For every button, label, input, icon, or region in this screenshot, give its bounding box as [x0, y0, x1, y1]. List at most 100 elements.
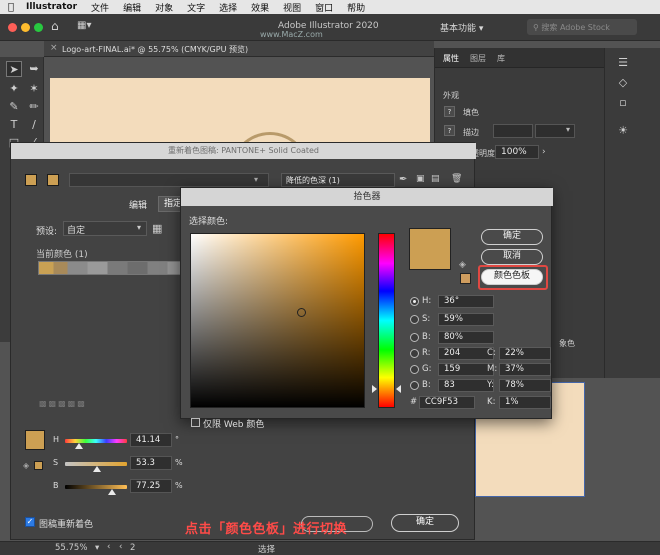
web-safe-color-swatch[interactable]: [460, 273, 471, 284]
menu-select[interactable]: 选择: [219, 1, 237, 14]
radio-red[interactable]: [410, 349, 419, 358]
stroke-dropdown[interactable]: ▾: [535, 124, 575, 138]
first-artboard-icon[interactable]: ‹: [119, 542, 122, 552]
radio-brightness[interactable]: [410, 333, 419, 342]
menu-window[interactable]: 窗口: [315, 1, 333, 14]
brightness-icon[interactable]: ☀: [615, 124, 631, 138]
tab-libraries[interactable]: 库: [497, 53, 505, 64]
tab-layers[interactable]: 图层: [470, 53, 486, 64]
recolor-ok-button[interactable]: 确定: [391, 514, 459, 532]
hue-slider-thumb[interactable]: [75, 443, 83, 449]
save-group-icon[interactable]: ▣: [416, 174, 425, 184]
selection-tool-icon[interactable]: ➤: [6, 61, 22, 77]
radio-hue[interactable]: [410, 297, 419, 306]
stroke-unknown-icon[interactable]: ?: [444, 125, 455, 136]
saturation-value-field[interactable]: 53.3: [130, 456, 172, 470]
menu-help[interactable]: 帮助: [347, 1, 365, 14]
eyedropper-icon[interactable]: ✒: [399, 174, 407, 185]
color-group-name-field[interactable]: [69, 173, 269, 187]
properties-panel-icon[interactable]: ☰: [615, 56, 631, 70]
recolor-art-checkbox[interactable]: ✓: [25, 517, 35, 527]
layers-panel-icon[interactable]: ◇: [615, 76, 631, 90]
fill-unknown-icon[interactable]: ?: [444, 106, 455, 117]
brightness-value-field[interactable]: 77.25: [130, 479, 172, 493]
picker-k-field[interactable]: 1%: [499, 396, 551, 409]
zoom-window-button[interactable]: [34, 23, 43, 32]
line-tool-icon[interactable]: ∕: [26, 117, 42, 133]
picker-r-field[interactable]: 204: [438, 347, 494, 360]
arrange-documents-icon[interactable]: ▦▾: [77, 20, 101, 34]
current-colors-row[interactable]: [38, 261, 183, 275]
radio-saturation[interactable]: [410, 315, 419, 324]
menu-view[interactable]: 视图: [283, 1, 301, 14]
curvature-tool-icon[interactable]: ✏: [26, 99, 42, 115]
delete-icon[interactable]: 🗑: [451, 174, 462, 184]
pen-tool-icon[interactable]: ✎: [6, 99, 22, 115]
menu-file[interactable]: 文件: [91, 1, 109, 14]
picker-y-field[interactable]: 78%: [499, 379, 551, 392]
web-colors-only-checkbox[interactable]: [191, 418, 200, 427]
opacity-field[interactable]: 100%: [495, 145, 539, 159]
picker-cancel-button[interactable]: 取消: [481, 249, 543, 265]
picker-blue-field[interactable]: 83: [438, 379, 494, 392]
reduce-colors-dropdown[interactable]: 降低的色深 (1): [281, 173, 395, 187]
color-mode-icon[interactable]: ◈: [23, 461, 29, 470]
home-icon[interactable]: ⌂: [51, 19, 65, 33]
saturation-slider-thumb[interactable]: [93, 466, 101, 472]
menu-type[interactable]: 文字: [187, 1, 205, 14]
picker-m-field[interactable]: 37%: [499, 363, 551, 376]
tab-edit[interactable]: 编辑: [129, 198, 147, 211]
stock-search-input[interactable]: ⚲ 搜索 Adobe Stock: [527, 19, 637, 35]
menu-object[interactable]: 对象: [155, 1, 173, 14]
color-options-icon[interactable]: ▦: [152, 222, 166, 235]
workspace-switcher[interactable]: 基本功能 ▾: [440, 21, 483, 34]
brightness-slider-thumb[interactable]: [108, 489, 116, 495]
chevron-down-icon[interactable]: ▾: [137, 223, 141, 232]
apple-icon[interactable]: : [8, 2, 14, 13]
magic-wand-tool-icon[interactable]: ✦: [6, 81, 22, 97]
original-color-swatch[interactable]: [34, 461, 43, 470]
hue-slider-left-arrow[interactable]: [372, 385, 377, 393]
close-icon[interactable]: ×: [50, 43, 58, 53]
previous-artboard-icon[interactable]: ‹: [107, 542, 110, 552]
tab-properties[interactable]: 属性: [443, 53, 459, 64]
zoom-level-field[interactable]: 55.75%: [55, 543, 87, 553]
brightness-slider[interactable]: [65, 485, 127, 489]
preset-select[interactable]: 自定: [63, 221, 147, 236]
libraries-panel-icon[interactable]: ▫: [615, 96, 631, 110]
lasso-tool-icon[interactable]: ✶: [26, 81, 42, 97]
color-group-swatch[interactable]: [25, 174, 37, 186]
hue-spectrum-slider[interactable]: [378, 233, 395, 408]
close-window-button[interactable]: [8, 23, 17, 32]
minimize-window-button[interactable]: [21, 23, 30, 32]
artboard[interactable]: [50, 78, 430, 148]
picker-h-field[interactable]: 36°: [438, 295, 494, 308]
picker-g-field[interactable]: 159: [438, 363, 494, 376]
stroke-weight-field[interactable]: [493, 124, 533, 138]
menu-app-name[interactable]: Illustrator: [26, 2, 77, 12]
picker-c-field[interactable]: 22%: [499, 347, 551, 360]
menu-edit[interactable]: 编辑: [123, 1, 141, 14]
radio-green[interactable]: [410, 365, 419, 374]
type-tool-icon[interactable]: T: [6, 117, 22, 133]
new-folder-icon[interactable]: ▤: [431, 174, 440, 184]
document-tab[interactable]: × Logo-art-FINAL.ai* @ 55.75% (CMYK/GPU …: [44, 41, 434, 57]
chevron-right-icon[interactable]: ›: [542, 147, 546, 157]
picker-b-field[interactable]: 80%: [438, 331, 494, 344]
picker-ok-button[interactable]: 确定: [481, 229, 543, 245]
color-row-tool-icons[interactable]: ▩▩▩▩▩: [39, 399, 87, 408]
radio-blue[interactable]: [410, 381, 419, 390]
chevron-down-icon[interactable]: ▾: [95, 543, 99, 553]
color-swatch-secondary[interactable]: [47, 174, 59, 186]
chevron-down-icon[interactable]: ▾: [254, 175, 258, 184]
menu-effect[interactable]: 效果: [251, 1, 269, 14]
hue-value-field[interactable]: 41.14: [130, 433, 172, 447]
direct-selection-tool-icon[interactable]: ➥: [26, 61, 42, 77]
color-field[interactable]: [190, 233, 365, 408]
artboard-number-field[interactable]: 2: [130, 543, 135, 553]
cube-icon[interactable]: ◈: [459, 260, 466, 270]
edit-color-swatch[interactable]: [25, 430, 45, 450]
hue-slider-right-arrow[interactable]: [396, 385, 401, 393]
picker-s-field[interactable]: 59%: [438, 313, 494, 326]
color-field-cursor[interactable]: [297, 308, 306, 317]
